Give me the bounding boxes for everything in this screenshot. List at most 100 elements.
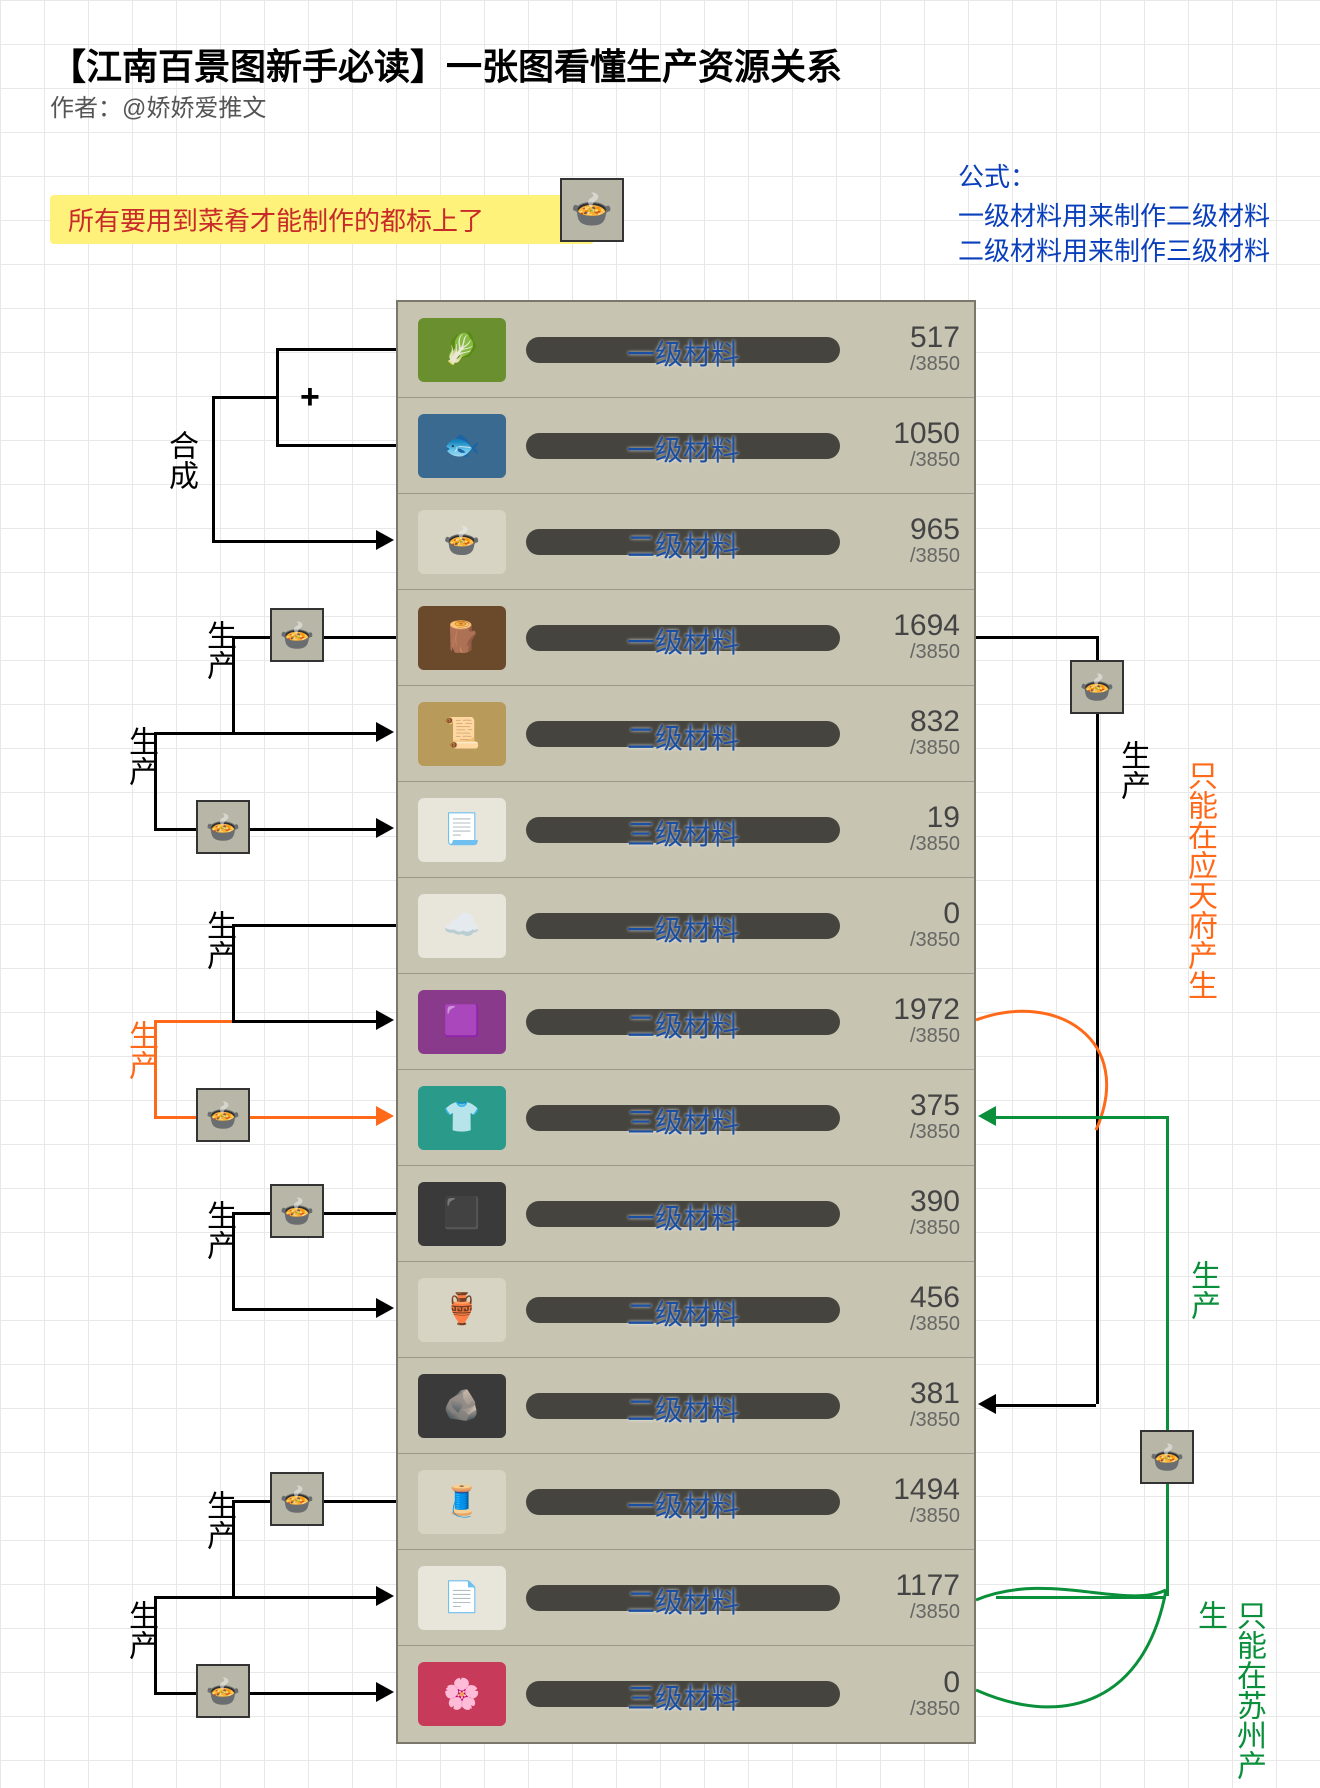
resource-icon-slot: 🪵 (408, 600, 516, 676)
dish-icon: 🍲 (270, 1184, 324, 1238)
label-synthesize: 合成 (158, 430, 202, 490)
dish-icon: 🍲 (418, 510, 506, 574)
dish-icon: 🍲 (1140, 1430, 1194, 1484)
resource-count: 0 /3850 (850, 1668, 960, 1721)
resource-icon-slot: 🌸 (408, 1656, 516, 1732)
resource-row: 🥬 一级材料 517 /3850 (398, 302, 974, 398)
dish-icon: 🍲 (196, 800, 250, 854)
tier-label: 一级材料 (627, 1197, 739, 1237)
dish-icon: 🍲 (196, 1088, 250, 1142)
formula-line: 二级材料用来制作三级材料 (958, 234, 1270, 269)
dish-icon: 🍲 (270, 608, 324, 662)
curve-green (976, 1580, 1196, 1740)
note-suzhou: 只能在苏州产生 (1190, 1600, 1268, 1788)
resource-row: 📄 二级材料 1177 /3850 (398, 1550, 974, 1646)
resource-count: 381 /3850 (850, 1379, 960, 1432)
cotton-icon: ☁️ (418, 894, 506, 958)
dish-icon: 🍲 (1070, 660, 1124, 714)
resource-count: 517 /3850 (850, 323, 960, 376)
tier-label: 三级材料 (627, 1677, 739, 1717)
resource-bar: 一级材料 (526, 423, 840, 469)
resource-bar: 三级材料 (526, 807, 840, 853)
resource-count: 390 /3850 (850, 1187, 960, 1240)
resource-icon-slot: 🪨 (408, 1368, 516, 1444)
resource-row: 📜 二级材料 832 /3850 (398, 686, 974, 782)
resource-count: 1694 /3850 (850, 611, 960, 664)
tier-label: 一级材料 (627, 429, 739, 469)
page-title: 【江南百景图新手必读】一张图看懂生产资源关系 (50, 38, 842, 90)
resource-count: 0 /3850 (850, 899, 960, 952)
dish-icon: 🍲 (270, 1472, 324, 1526)
embroidery-icon: 🌸 (418, 1662, 506, 1726)
resource-icon-slot: 📜 (408, 696, 516, 772)
resource-bar: 二级材料 (526, 1383, 840, 1429)
cloth-icon: 🟪 (418, 990, 506, 1054)
resource-row: ⬛ 一级材料 390 /3850 (398, 1166, 974, 1262)
label-produce: 生产 (196, 1200, 240, 1260)
resource-count: 19 /3850 (850, 803, 960, 856)
resource-bar: 二级材料 (526, 1575, 840, 1621)
fish-icon: 🐟 (418, 414, 506, 478)
label-produce: 生产 (118, 726, 162, 786)
resource-bar: 一级材料 (526, 1191, 840, 1237)
label-produce: 生产 (1180, 1260, 1224, 1320)
resource-icon-slot: 📄 (408, 1560, 516, 1636)
label-produce: 生产 (118, 1020, 162, 1080)
highlight-note: 所有要用到菜肴才能制作的都标上了 (50, 195, 594, 244)
resource-icon-slot: 🍲 (408, 504, 516, 580)
resource-row: 🐟 一级材料 1050 /3850 (398, 398, 974, 494)
tier-label: 二级材料 (627, 1581, 739, 1621)
resource-count: 832 /3850 (850, 707, 960, 760)
resource-count: 375 /3850 (850, 1091, 960, 1144)
resource-bar: 一级材料 (526, 327, 840, 373)
resource-icon-slot: 🧵 (408, 1464, 516, 1540)
tier-label: 二级材料 (627, 717, 739, 757)
label-produce: 生产 (196, 1490, 240, 1550)
garment-icon: 👕 (418, 1086, 506, 1150)
resource-row: 🪨 二级材料 381 /3850 (398, 1358, 974, 1454)
tier-label: 二级材料 (627, 1389, 739, 1429)
dish-icon: 🍲 (196, 1664, 250, 1718)
resource-count: 1494 /3850 (850, 1475, 960, 1528)
label-produce: 生产 (196, 910, 240, 970)
resource-bar: 二级材料 (526, 711, 840, 757)
formula-line: 一级材料用来制作二级材料 (958, 199, 1270, 234)
tier-label: 二级材料 (627, 1293, 739, 1333)
paper-icon: 📃 (418, 798, 506, 862)
resource-icon-slot: ☁️ (408, 888, 516, 964)
note-yingtian: 只能在应天府产生 (1180, 760, 1219, 1000)
resource-row: 📃 三级材料 19 /3850 (398, 782, 974, 878)
silk-cloth-icon: 📄 (418, 1566, 506, 1630)
charcoal-icon: 🪨 (418, 1374, 506, 1438)
resource-row: 👕 三级材料 375 /3850 (398, 1070, 974, 1166)
resource-count: 1050 /3850 (850, 419, 960, 472)
label-produce: 生产 (196, 620, 240, 680)
log-icon: 🪵 (418, 606, 506, 670)
resource-count: 1972 /3850 (850, 995, 960, 1048)
resource-icon-slot: 🏺 (408, 1272, 516, 1348)
tier-label: 三级材料 (627, 813, 739, 853)
label-produce: 生产 (1110, 740, 1154, 800)
resource-row: ☁️ 一级材料 0 /3850 (398, 878, 974, 974)
resource-panel: 🥬 一级材料 517 /3850 🐟 一级材料 1050 /3850 🍲 二级材… (396, 300, 976, 1744)
tier-label: 一级材料 (627, 909, 739, 949)
author-line: 作者：@娇娇爱推文 (50, 88, 266, 123)
curve-orange (976, 1000, 1156, 1140)
resource-row: 🌸 三级材料 0 /3850 (398, 1646, 974, 1742)
resource-row: 🧵 一级材料 1494 /3850 (398, 1454, 974, 1550)
resource-bar: 二级材料 (526, 519, 840, 565)
resource-row: 🟪 二级材料 1972 /3850 (398, 974, 974, 1070)
resource-count: 456 /3850 (850, 1283, 960, 1336)
dish-icon: 🍲 (560, 178, 624, 242)
formula-box: 公式： 一级材料用来制作二级材料 二级材料用来制作三级材料 (958, 160, 1270, 269)
tier-label: 一级材料 (627, 621, 739, 661)
resource-icon-slot: 🥬 (408, 312, 516, 388)
vegetable-icon: 🥬 (418, 318, 506, 382)
tier-label: 一级材料 (627, 333, 739, 373)
resource-icon-slot: ⬛ (408, 1176, 516, 1252)
tier-label: 二级材料 (627, 525, 739, 565)
resource-row: 🪵 一级材料 1694 /3850 (398, 590, 974, 686)
label-produce: 生产 (118, 1600, 162, 1660)
resource-icon-slot: 🟪 (408, 984, 516, 1060)
resource-bar: 二级材料 (526, 999, 840, 1045)
